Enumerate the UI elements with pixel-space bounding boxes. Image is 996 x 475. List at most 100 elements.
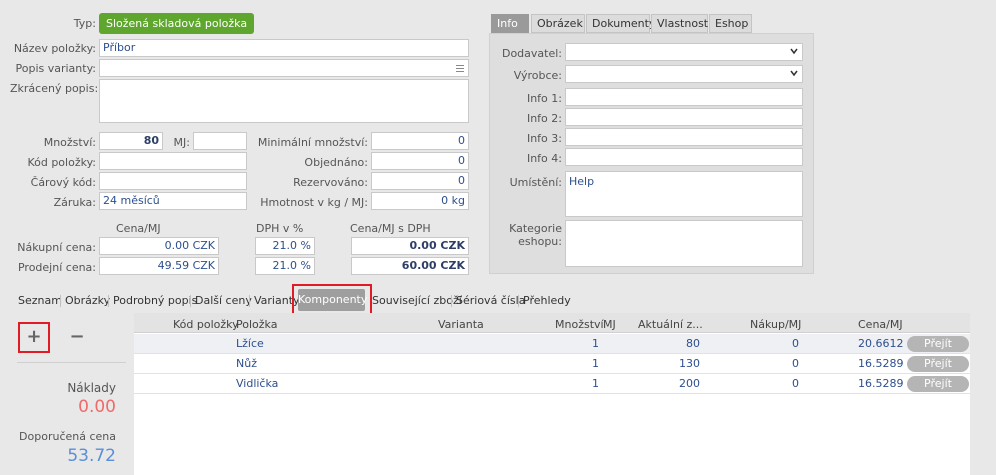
tab-detailed-description[interactable]: Podrobný popis	[113, 294, 197, 307]
manufacturer-label: Výrobce:	[513, 69, 562, 82]
chevron-down-icon	[790, 48, 798, 55]
eshop-category-label: Kategorie eshopu:	[509, 222, 562, 248]
col-variant[interactable]: Varianta	[438, 318, 484, 331]
tab-related-goods[interactable]: Související zboží	[372, 294, 462, 307]
manufacturer-select[interactable]	[565, 65, 803, 83]
type-label: Typ:	[73, 17, 96, 30]
short-desc-field[interactable]	[99, 79, 469, 123]
tab-list[interactable]: Seznam	[18, 294, 62, 307]
table-row[interactable]: Nůž 1 130 0 16.5289 Přejít	[134, 354, 970, 374]
min-qty-label: Minimální množství:	[257, 136, 368, 149]
recommended-price-label: Doporučená cena	[19, 430, 116, 443]
col-item[interactable]: Položka	[236, 318, 277, 331]
tab-image[interactable]: Obrázek	[531, 14, 585, 33]
row-current: 200	[679, 377, 700, 390]
mj-field[interactable]	[193, 132, 247, 150]
vat-header: DPH v %	[256, 222, 304, 235]
table-row[interactable]: Vidlička 1 200 0 16.5289 Přejít	[134, 374, 970, 394]
supplier-select[interactable]	[565, 43, 803, 61]
row-purchase: 0	[792, 377, 799, 390]
location-label: Umístění:	[509, 176, 562, 189]
sale-price-field[interactable]: 49.59 CZK	[99, 257, 219, 275]
tab-eshop[interactable]: Eshop	[709, 14, 752, 33]
eshop-category-field[interactable]	[565, 220, 803, 267]
tab-overviews[interactable]: Přehledy	[523, 294, 571, 307]
warranty-field[interactable]: 24 měsíců	[99, 192, 247, 210]
tab-separator	[451, 295, 452, 307]
sale-label: Prodejní cena:	[17, 261, 96, 274]
variant-desc-label: Popis varianty:	[15, 62, 96, 75]
col-current[interactable]: Aktuální z...	[638, 318, 703, 331]
purchase-price-vat-field[interactable]: 0.00 CZK	[351, 237, 469, 255]
tab-serial-numbers[interactable]: Sériová čísla	[456, 294, 525, 307]
purchase-price-field[interactable]: 0.00 CZK	[99, 237, 219, 255]
name-field[interactable]: Příbor	[99, 39, 469, 57]
location-field[interactable]: Help	[565, 171, 803, 217]
go-to-button[interactable]: Přejít	[907, 336, 969, 352]
info4-field[interactable]	[565, 148, 803, 166]
reserved-field[interactable]: 0	[371, 172, 469, 190]
info3-field[interactable]	[565, 128, 803, 146]
reserved-label: Rezervováno:	[293, 176, 368, 189]
price-header: Cena/MJ	[116, 222, 161, 235]
purchase-vat-field[interactable]: 21.0 %	[255, 237, 315, 255]
info2-field[interactable]	[565, 108, 803, 126]
row-purchase: 0	[792, 357, 799, 370]
tab-separator	[60, 295, 61, 307]
tab-separator	[249, 295, 250, 307]
row-qty: 1	[592, 377, 599, 390]
list-icon[interactable]	[455, 63, 465, 73]
tab-separator	[518, 295, 519, 307]
chevron-down-icon	[790, 70, 798, 77]
tab-separator	[108, 295, 109, 307]
weight-label: Hmotnost v kg / MJ:	[260, 196, 368, 209]
row-price: 20.6612	[858, 337, 904, 350]
warranty-label: Záruka:	[53, 196, 96, 209]
tab-info[interactable]: Info	[491, 14, 529, 33]
tab-components[interactable]: Komponenty	[298, 289, 367, 311]
tab-properties[interactable]: Vlastnosti	[651, 14, 711, 33]
recommended-price-value: 53.72	[67, 446, 116, 466]
min-qty-field[interactable]: 0	[371, 132, 469, 150]
code-field[interactable]	[99, 152, 247, 170]
ordered-field[interactable]: 0	[371, 152, 469, 170]
ordered-label: Objednáno:	[304, 156, 368, 169]
mj-label: MJ:	[173, 136, 190, 149]
quantity-field[interactable]: 80	[99, 132, 163, 150]
tab-separator	[190, 295, 191, 307]
type-badge[interactable]: Složená skladová položka	[99, 13, 255, 34]
row-price: 16.5289	[858, 357, 904, 370]
name-label: Název položky:	[13, 42, 96, 55]
row-price: 16.5289	[858, 377, 904, 390]
remove-button[interactable]: −	[65, 326, 89, 349]
price-vat-header: Cena/MJ s DPH	[350, 222, 431, 235]
row-item: Lžíce	[236, 337, 264, 350]
col-purchase[interactable]: Nákup/MJ	[750, 318, 801, 331]
sale-vat-field[interactable]: 21.0 %	[255, 257, 315, 275]
costs-label: Náklady	[67, 381, 116, 395]
col-code[interactable]: Kód položky	[173, 318, 239, 331]
add-button[interactable]: +	[22, 326, 46, 349]
tab-images[interactable]: Obrázky	[65, 294, 110, 307]
row-qty: 1	[592, 337, 599, 350]
col-price[interactable]: Cena/MJ	[858, 318, 903, 331]
row-item: Vidlička	[236, 377, 279, 390]
row-current: 80	[686, 337, 700, 350]
short-desc-label: Zkrácený popis:	[10, 82, 99, 95]
tab-other-prices[interactable]: Další ceny	[195, 294, 252, 307]
info4-label: Info 4:	[526, 152, 562, 165]
col-quantity[interactable]: Množství	[555, 318, 604, 331]
weight-field[interactable]: 0 kg	[371, 192, 469, 210]
variant-desc-field[interactable]	[99, 59, 469, 77]
go-to-button[interactable]: Přejít	[907, 356, 969, 372]
go-to-button[interactable]: Přejít	[907, 376, 969, 392]
purchase-label: Nákupní cena:	[17, 241, 96, 254]
code-label: Kód položky:	[27, 156, 96, 169]
supplier-label: Dodavatel:	[501, 47, 562, 60]
col-mj[interactable]: MJ	[603, 318, 616, 331]
sale-price-vat-field[interactable]: 60.00 CZK	[351, 257, 469, 275]
tab-documents[interactable]: Dokumenty	[586, 14, 655, 33]
info1-field[interactable]	[565, 88, 803, 106]
barcode-field[interactable]	[99, 172, 247, 190]
table-row[interactable]: Lžíce 1 80 0 20.6612 Přejít	[134, 334, 970, 354]
